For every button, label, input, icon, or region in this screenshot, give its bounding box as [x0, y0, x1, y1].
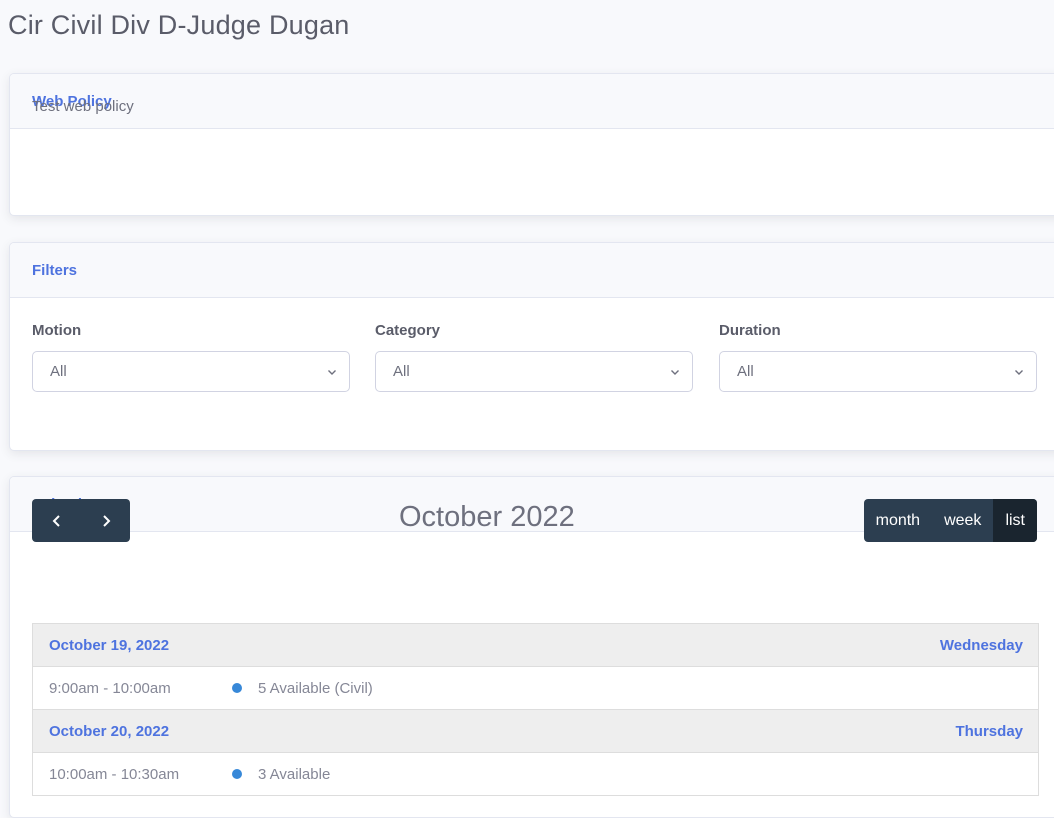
calendar-toolbar: October 2022 month week list [32, 499, 1037, 542]
motion-select[interactable]: All [32, 351, 350, 392]
category-label: Category [375, 322, 441, 339]
duration-filter: Duration All [719, 322, 1037, 392]
motion-label: Motion [32, 322, 82, 339]
event-time: 9:00am - 10:00am [49, 679, 171, 697]
motion-filter: Motion All [32, 322, 350, 392]
day-date-link[interactable]: October 19, 2022 [49, 637, 169, 654]
event-title[interactable]: 5 Available (Civil) [258, 680, 373, 697]
event-time: 10:00am - 10:30am [49, 765, 180, 783]
day-weekday-link[interactable]: Wednesday [940, 637, 1023, 654]
week-view-button[interactable]: week [932, 499, 993, 542]
event-row[interactable]: 9:00am - 10:00am 5 Available (Civil) [33, 667, 1038, 710]
event-dot-icon [232, 769, 242, 779]
duration-label: Duration [719, 322, 781, 339]
calendar-list: October 19, 2022 Wednesday 9:00am - 10:0… [32, 623, 1039, 796]
chevron-left-icon [52, 514, 60, 527]
duration-select-value: All [737, 363, 754, 380]
day-header: October 19, 2022 Wednesday [33, 624, 1038, 667]
calendar-nav-group [32, 499, 130, 542]
category-select-value: All [393, 363, 410, 380]
duration-select[interactable]: All [719, 351, 1037, 392]
web-policy-text: Test web policy [32, 98, 134, 115]
chevron-down-icon [328, 369, 336, 375]
calendar-title: October 2022 [399, 501, 575, 533]
month-view-button[interactable]: month [864, 499, 932, 542]
category-select[interactable]: All [375, 351, 693, 392]
motion-select-value: All [50, 363, 67, 380]
page-title: Cir Civil Div D-Judge Dugan [8, 10, 350, 40]
day-header: October 20, 2022 Thursday [33, 710, 1038, 753]
list-view-button[interactable]: list [993, 499, 1037, 542]
chevron-down-icon [1015, 369, 1023, 375]
calendar-view-switcher: month week list [863, 499, 1037, 542]
chevron-right-icon [102, 514, 110, 527]
filters-card: Filters Motion All Category All Duration… [9, 242, 1054, 451]
next-month-button[interactable] [81, 499, 130, 542]
day-date-link[interactable]: October 20, 2022 [49, 723, 169, 740]
event-dot-icon [232, 683, 242, 693]
event-title[interactable]: 3 Available [258, 766, 330, 783]
web-policy-card: Web Policy Test web policy [9, 73, 1054, 216]
event-row[interactable]: 10:00am - 10:30am 3 Available [33, 753, 1038, 796]
day-weekday-link[interactable]: Thursday [955, 723, 1023, 740]
category-filter: Category All [375, 322, 693, 392]
calendar-card: Calendar October 2022 month week list Oc… [9, 476, 1054, 818]
web-policy-header: Web Policy [10, 74, 1054, 129]
prev-month-button[interactable] [32, 499, 81, 542]
chevron-down-icon [671, 369, 679, 375]
filters-header: Filters [10, 243, 1054, 298]
